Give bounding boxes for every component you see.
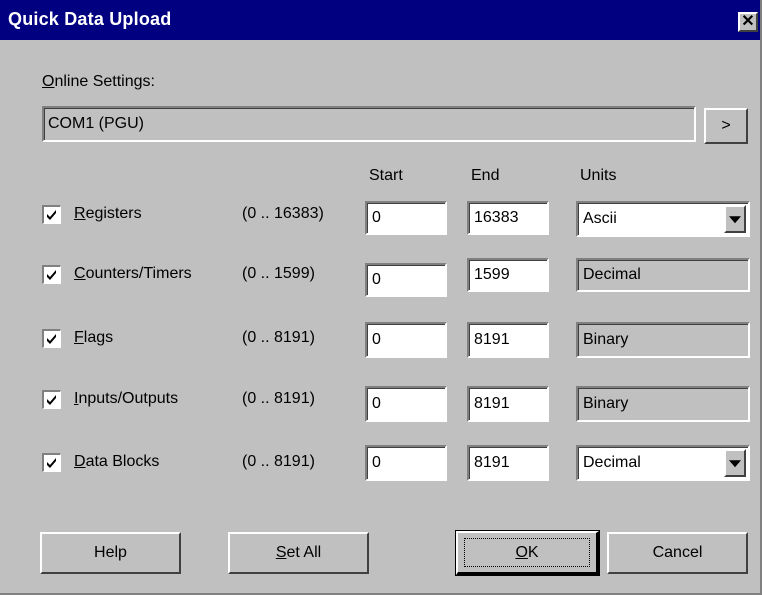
online-settings-value: COM1 (PGU) [48,115,144,132]
check-icon [47,458,56,468]
quick-data-upload-dialog: Quick Data Upload ✕ Online Settings: COM… [0,0,762,595]
chevron-down-icon[interactable] [724,449,746,477]
counters-timers-range: (0 .. 1599) [242,265,315,282]
data-blocks-checkbox[interactable] [42,453,61,472]
counters-timers-checkbox[interactable] [42,265,61,284]
data-blocks-end-input[interactable]: 8191 [467,445,549,481]
data-blocks-range: (0 .. 8191) [242,453,315,470]
registers-start-input[interactable]: 0 [365,201,447,235]
check-icon [47,210,56,220]
column-header-end: End [471,167,500,184]
flags-units-field: Binary [576,322,750,358]
chevron-down-icon[interactable] [724,205,746,233]
inputs-outputs-checkbox[interactable] [42,390,61,409]
ok-button[interactable]: OK [455,530,600,576]
inputs-outputs-end-input[interactable]: 8191 [467,386,549,422]
help-button[interactable]: Help [40,532,181,574]
counters-timers-units-field: Decimal [576,258,750,292]
registers-label[interactable]: Registers [74,205,142,223]
window-title: Quick Data Upload [8,9,172,29]
inputs-outputs-label[interactable]: Inputs/Outputs [74,390,178,408]
inputs-outputs-start-input[interactable]: 0 [365,386,447,422]
flags-range: (0 .. 8191) [242,329,315,346]
check-icon [47,270,56,280]
flags-label[interactable]: Flags [74,329,113,347]
registers-range: (0 .. 16383) [242,205,324,222]
counters-timers-label[interactable]: Counters/Timers [74,265,192,283]
inputs-outputs-units-field: Binary [576,386,750,422]
inputs-outputs-range: (0 .. 8191) [242,390,315,407]
counters-timers-end-input[interactable]: 1599 [467,258,549,292]
registers-checkbox[interactable] [42,205,61,224]
browse-label: > [721,117,731,134]
online-settings-browse-button[interactable]: > [704,108,748,144]
data-blocks-label[interactable]: Data Blocks [74,453,159,471]
close-icon[interactable]: ✕ [738,12,758,32]
data-blocks-start-input[interactable]: 0 [365,445,447,481]
registers-end-input[interactable]: 16383 [467,201,549,235]
title-bar[interactable]: Quick Data Upload ✕ [0,0,760,40]
flags-start-input[interactable]: 0 [365,322,447,358]
counters-timers-start-input[interactable]: 0 [365,263,447,297]
cancel-button[interactable]: Cancel [607,532,748,574]
data-blocks-units-select[interactable]: Decimal [576,445,750,481]
check-icon [47,395,56,405]
flags-checkbox[interactable] [42,329,61,348]
online-settings-field[interactable]: COM1 (PGU) [42,106,696,142]
check-icon [47,334,56,344]
online-settings-label: Online Settings: [42,73,155,90]
column-header-start: Start [369,167,403,184]
flags-end-input[interactable]: 8191 [467,322,549,358]
column-header-units: Units [580,167,617,184]
set-all-button[interactable]: Set All [228,532,369,574]
registers-units-select[interactable]: Ascii [576,201,750,237]
